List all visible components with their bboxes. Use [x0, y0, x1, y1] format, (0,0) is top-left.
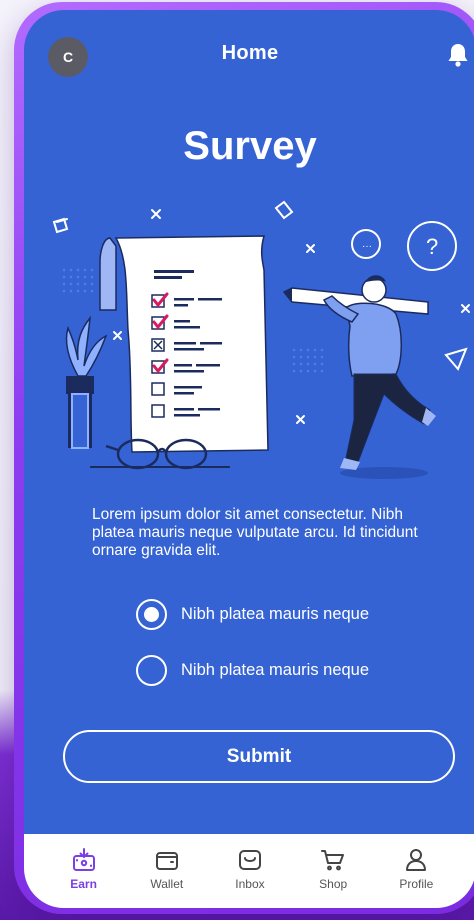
capsule-icon [274, 200, 294, 220]
cube-icon [52, 217, 69, 234]
triangle-shape-icon [444, 347, 468, 371]
nav-item-wallet[interactable]: Wallet [132, 847, 202, 891]
sparkle-icon [113, 331, 122, 340]
survey-illustration: ··· ? [52, 200, 470, 479]
nav-label-shop: Shop [319, 877, 348, 891]
page-title: Home [221, 42, 279, 64]
survey-option-1[interactable]: Nibh platea mauris neque [136, 596, 369, 632]
nav-label-profile: Profile [399, 877, 434, 891]
top-bar: C Home [24, 10, 474, 90]
radio-button-selected[interactable] [136, 598, 167, 630]
bell-icon[interactable] [446, 42, 470, 68]
option-label: Nibh platea mauris neque [181, 604, 370, 623]
nav-item-inbox[interactable]: Inbox [215, 847, 285, 891]
option-label: Nibh platea mauris neque [181, 660, 370, 679]
plant-icon [65, 315, 108, 449]
nav-label-inbox: Inbox [235, 877, 265, 891]
wallet-icon [155, 852, 178, 870]
sparkle-icon [306, 244, 315, 253]
app-screen: C Home Survey ··· ? Lorem ipsum dolor si… [24, 10, 474, 908]
nav-label-earn: Earn [70, 877, 97, 891]
person-figure [282, 275, 436, 479]
survey-description: Lorem ipsum dolor sit amet consectetur. … [92, 506, 418, 559]
sparkle-icon [296, 415, 305, 424]
nav-item-shop[interactable]: Shop [298, 847, 368, 891]
bottom-nav: Earn Wallet Inbox Shop Profile [24, 834, 474, 908]
submit-button[interactable]: Submit [63, 730, 455, 783]
sparkle-icon [151, 209, 161, 219]
survey-title: Survey [183, 124, 317, 168]
survey-option-2[interactable]: Nibh platea mauris neque [136, 652, 369, 688]
nav-label-wallet: Wallet [150, 877, 184, 891]
earn-icon [72, 848, 95, 871]
cart-icon [321, 850, 345, 871]
inbox-icon [238, 850, 261, 870]
user-icon [406, 849, 427, 871]
nav-item-earn[interactable]: Earn [49, 847, 119, 891]
radio-button[interactable] [136, 654, 167, 686]
radio-dot [144, 606, 159, 622]
svg-text:···: ··· [362, 241, 372, 252]
svg-text:?: ? [426, 234, 438, 259]
nav-item-profile[interactable]: Profile [381, 847, 451, 891]
sparkle-icon [461, 304, 470, 313]
checklist-paper [99, 235, 269, 453]
